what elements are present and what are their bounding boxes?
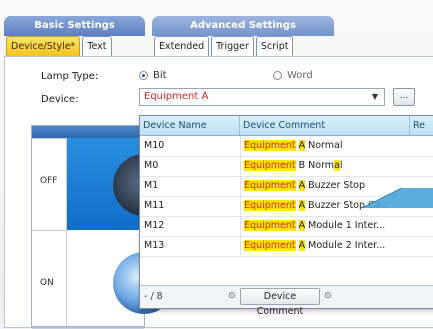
device-name-cell: M1: [144, 180, 159, 191]
match-highlight: A: [298, 180, 306, 191]
device-name-cell: M0: [144, 160, 159, 171]
lamp-state-table: OFF ON: [31, 125, 175, 329]
comment-text: B Norm: [298, 160, 335, 171]
page-indicator: - / 8: [144, 291, 163, 302]
match-highlight: Equipment: [244, 220, 296, 231]
comment-text: l: [339, 160, 343, 171]
device-input-value: Equipment A: [144, 91, 209, 102]
info-icon: ⊙: [324, 291, 332, 301]
device-list-header: Device Name Device Comment Re: [140, 116, 433, 136]
device-comment-cell: Equipment A Normal: [244, 136, 404, 156]
lamp-settings-dialog: Basic Settings Device/Style* Text Advanc…: [0, 0, 433, 329]
tab-script[interactable]: Script: [255, 36, 294, 56]
cell-divider: [240, 176, 241, 196]
device-comment-button[interactable]: Device Comment: [240, 288, 320, 317]
device-comment-cell: Equipment A Module 2 Inter...: [244, 236, 404, 256]
device-name-cell: M12: [144, 220, 165, 231]
device-name-cell: M13: [144, 240, 165, 251]
state-off-label: OFF: [40, 176, 58, 186]
comment-text: Module 2 Inter...: [308, 240, 386, 251]
info-icon: ⊙: [228, 291, 236, 301]
radio-bit[interactable]: Bit: [139, 70, 167, 81]
browse-button[interactable]: ...: [393, 88, 415, 106]
device-list-row[interactable]: M13 Equipment A Module 2 Inter...: [140, 236, 433, 257]
match-highlight: A: [298, 140, 306, 151]
device-comment-cell: Equipment B Normal: [244, 156, 404, 176]
radio-bit-label: Bit: [153, 70, 167, 81]
advanced-settings-header[interactable]: Advanced Settings: [152, 16, 334, 36]
device-list-row[interactable]: M0 Equipment B Normal: [140, 156, 433, 177]
cell-divider: [240, 136, 241, 156]
column-reference[interactable]: Re: [410, 116, 433, 135]
radio-unselected-icon: [273, 71, 282, 80]
cell-divider: [240, 216, 241, 236]
device-list-footer: - / 8 ⊙ Device Comment ⊙: [140, 285, 433, 317]
cell-divider: [240, 236, 241, 256]
lamp-type-label: Lamp Type:: [41, 71, 99, 82]
tab-text[interactable]: Text: [82, 36, 112, 56]
tab-trigger[interactable]: Trigger: [211, 36, 254, 56]
state-on-label: ON: [40, 278, 54, 288]
device-name-cell: M11: [144, 200, 165, 211]
dropdown-arrow-icon[interactable]: ▼: [372, 89, 378, 105]
match-highlight: Equipment: [244, 180, 296, 191]
comment-text: Normal: [308, 140, 343, 151]
basic-settings-tab-group: Basic Settings Device/Style* Text: [4, 16, 145, 56]
match-highlight: Equipment: [244, 160, 296, 171]
cell-divider: [240, 156, 241, 176]
match-highlight: Equipment: [244, 200, 296, 211]
callout-arrow-icon: [362, 187, 433, 209]
match-highlight: A: [298, 220, 306, 231]
match-highlight: A: [298, 200, 306, 211]
device-input[interactable]: Equipment A ▼: [139, 88, 385, 106]
lamp-off-preview[interactable]: [67, 138, 175, 230]
lamp-on-preview[interactable]: [67, 230, 175, 326]
device-list-row[interactable]: M10 Equipment A Normal: [140, 136, 433, 157]
match-highlight: A: [298, 240, 306, 251]
comment-text: Buzzer Stop: [308, 180, 366, 191]
radio-word[interactable]: Word: [273, 70, 313, 81]
device-label: Device:: [41, 94, 79, 105]
tab-extended[interactable]: Extended: [154, 36, 210, 56]
basic-settings-header[interactable]: Basic Settings: [4, 16, 145, 36]
column-device-name[interactable]: Device Name: [140, 116, 240, 135]
match-highlight: Equipment: [244, 140, 296, 151]
advanced-settings-tab-group: Advanced Settings Extended Trigger Scrip…: [152, 16, 334, 56]
radio-selected-icon: [139, 71, 148, 80]
cell-divider: [240, 196, 241, 216]
device-name-cell: M10: [144, 140, 165, 151]
radio-word-label: Word: [287, 70, 313, 81]
tab-device-style[interactable]: Device/Style*: [6, 36, 81, 56]
column-device-comment[interactable]: Device Comment: [240, 116, 410, 135]
match-highlight: Equipment: [244, 240, 296, 251]
